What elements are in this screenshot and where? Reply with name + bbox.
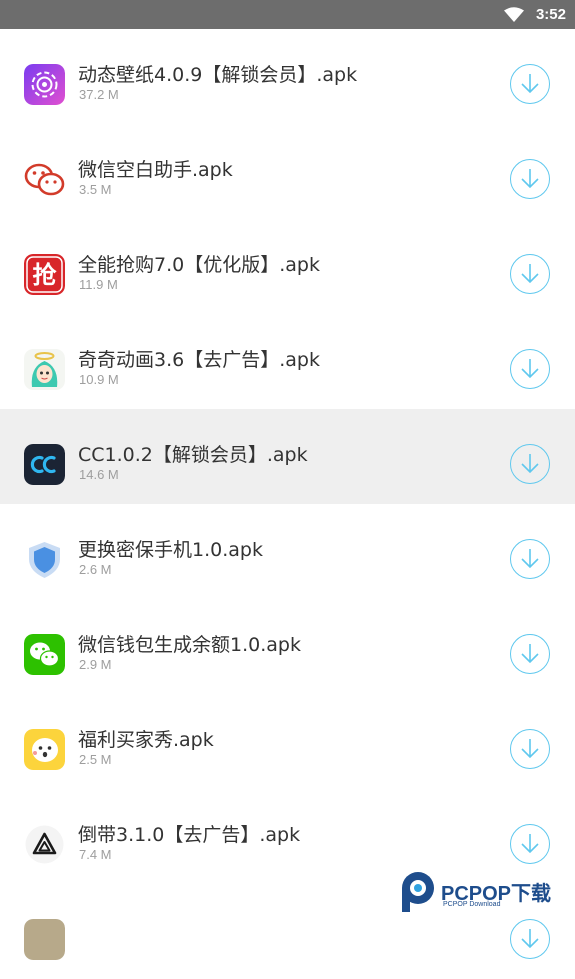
file-name: 全能抢购7.0【优化版】.apk bbox=[78, 254, 320, 276]
file-size: 2.5 M bbox=[79, 752, 112, 767]
anime-app-icon bbox=[24, 349, 65, 390]
download-button[interactable] bbox=[510, 919, 550, 959]
download-icon bbox=[521, 739, 539, 759]
download-button[interactable] bbox=[510, 64, 550, 104]
file-size: 11.9 M bbox=[79, 277, 118, 292]
download-icon bbox=[521, 264, 539, 284]
file-name: CC1.0.2【解锁会员】.apk bbox=[78, 444, 308, 466]
wechat-wallet-app-icon bbox=[24, 634, 65, 675]
download-icon bbox=[521, 644, 539, 664]
status-time: 3:52 bbox=[535, 6, 566, 23]
list-item[interactable]: 微信空白助手.apk 3.5 M bbox=[0, 124, 575, 219]
file-name: 微信空白助手.apk bbox=[78, 159, 233, 181]
download-button[interactable] bbox=[510, 729, 550, 769]
file-name: 微信钱包生成余额1.0.apk bbox=[78, 634, 301, 656]
status-bar: 3:52 bbox=[0, 0, 575, 29]
list-item[interactable]: 动态壁纸4.0.9【解锁会员】.apk 37.2 M bbox=[0, 29, 575, 124]
list-item[interactable]: 更换密保手机1.0.apk 2.6 M bbox=[0, 504, 575, 599]
download-button[interactable] bbox=[510, 539, 550, 579]
file-size: 3.5 M bbox=[79, 182, 112, 197]
live-wallpaper-app-icon bbox=[24, 64, 65, 105]
shield-app-icon bbox=[24, 539, 65, 580]
list-item[interactable]: 福利买家秀.apk 2.5 M bbox=[0, 694, 575, 789]
download-icon bbox=[521, 169, 539, 189]
file-name: 更换密保手机1.0.apk bbox=[78, 539, 263, 561]
file-name: 奇奇动画3.6【去广告】.apk bbox=[78, 349, 320, 371]
download-icon bbox=[521, 359, 539, 379]
file-name: 倒带3.1.0【去广告】.apk bbox=[78, 824, 301, 846]
file-size: 14.6 M bbox=[79, 467, 119, 482]
list-item[interactable]: 微信钱包生成余额1.0.apk 2.9 M bbox=[0, 599, 575, 694]
download-icon bbox=[521, 549, 539, 569]
buyer-show-app-icon bbox=[24, 729, 65, 770]
download-button[interactable] bbox=[510, 349, 550, 389]
download-button[interactable] bbox=[510, 634, 550, 674]
cc-app-icon bbox=[24, 444, 65, 485]
file-size: 2.9 M bbox=[79, 657, 112, 672]
download-icon bbox=[521, 834, 539, 854]
download-button[interactable] bbox=[510, 159, 550, 199]
download-button[interactable] bbox=[510, 824, 550, 864]
flash-sale-app-icon: 抢 bbox=[24, 254, 65, 295]
file-list: 动态壁纸4.0.9【解锁会员】.apk 37.2 M 微信空白助手.apk 3.… bbox=[0, 29, 575, 979]
list-item[interactable]: 奇奇动画3.6【去广告】.apk 10.9 M bbox=[0, 314, 575, 409]
download-icon bbox=[521, 454, 539, 474]
download-icon bbox=[521, 929, 539, 949]
pcpop-logo-icon bbox=[402, 872, 434, 912]
download-icon bbox=[521, 74, 539, 94]
wechat-blank-helper-app-icon bbox=[24, 159, 65, 200]
list-item[interactable]: 抢 全能抢购7.0【优化版】.apk 11.9 M bbox=[0, 219, 575, 314]
watermark: PCPOP下载 PCPOP Download bbox=[398, 868, 575, 918]
file-size: 2.6 M bbox=[79, 562, 112, 577]
file-size: 37.2 M bbox=[79, 87, 119, 102]
file-size: 10.9 M bbox=[79, 372, 119, 387]
file-name: 福利买家秀.apk bbox=[78, 729, 214, 751]
partial-app-icon bbox=[24, 919, 65, 960]
file-name: 动态壁纸4.0.9【解锁会员】.apk bbox=[78, 64, 358, 86]
rewind-app-icon bbox=[24, 824, 65, 865]
watermark-subtext: PCPOP Download bbox=[443, 901, 501, 908]
download-button[interactable] bbox=[510, 444, 550, 484]
download-button[interactable] bbox=[510, 254, 550, 294]
wifi-icon bbox=[504, 7, 524, 22]
svg-text:抢: 抢 bbox=[33, 261, 58, 289]
file-size: 7.4 M bbox=[79, 847, 112, 862]
list-item[interactable]: CC1.0.2【解锁会员】.apk 14.6 M bbox=[0, 409, 575, 504]
